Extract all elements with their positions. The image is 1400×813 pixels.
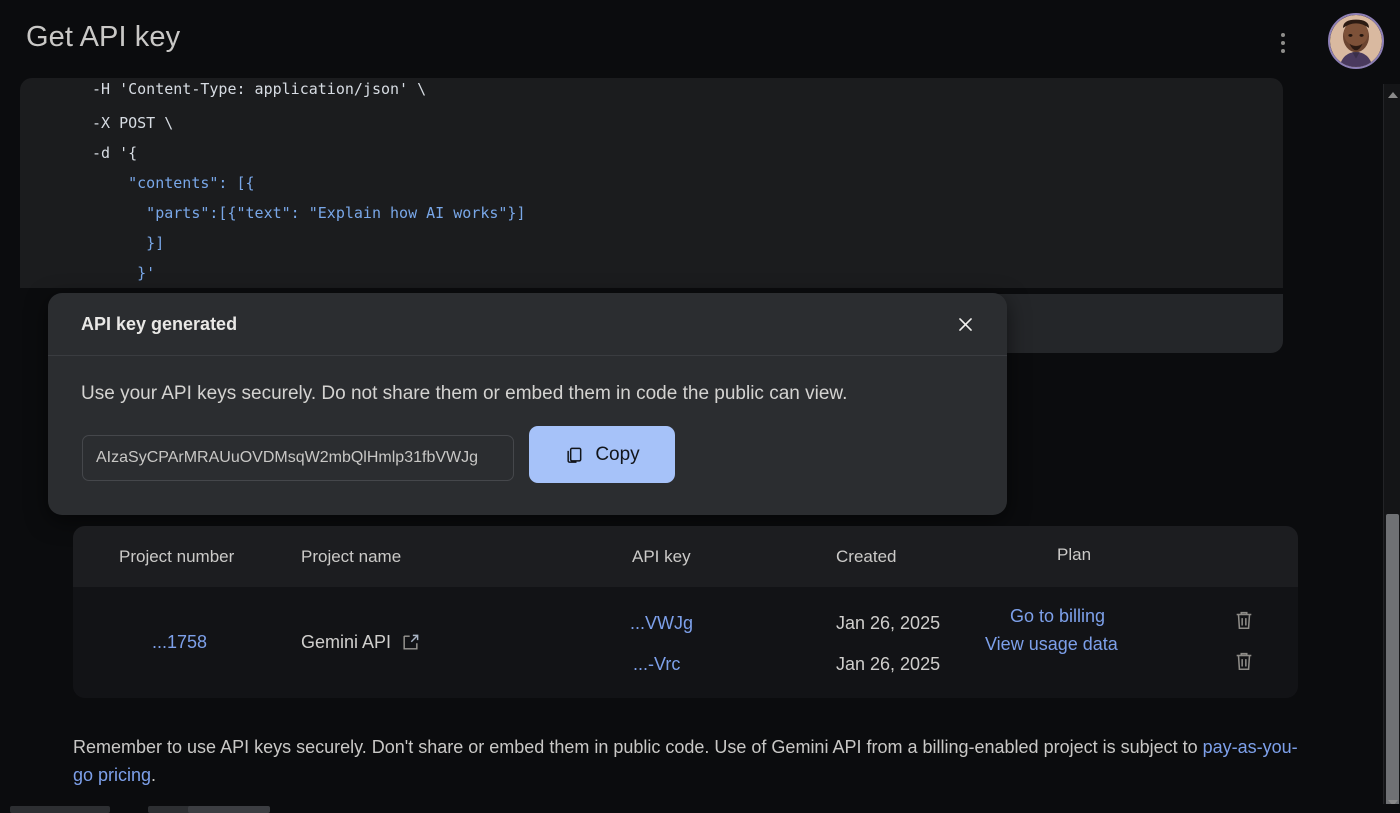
left-gutter [0,84,20,796]
project-name-label: Gemini API [301,632,392,652]
vertical-scrollbar[interactable] [1383,84,1400,813]
kebab-dot [1281,41,1285,45]
horizontal-scrollbar-segment[interactable] [10,806,110,813]
column-header-plan: Plan [1057,545,1092,564]
footnote-period: . [151,765,157,785]
view-usage-data-link[interactable]: View usage data [985,634,1118,655]
scroll-up-arrow[interactable] [1384,86,1400,103]
code-line-5: }] [92,234,165,252]
created-date: Jan 26, 2025 [836,654,941,674]
column-header-api-key: API key [632,547,691,566]
code-line-6: }' [92,264,156,282]
code-line-4: "parts":[{"text": "Explain how AI works"… [92,204,526,222]
api-keys-table: Project number Project name API key Crea… [73,526,1298,698]
api-key-generated-dialog: API key generated Use your API keys secu… [48,293,1007,515]
external-link-icon[interactable] [401,633,420,652]
column-header-project-name: Project name [301,547,402,566]
code-content: -H 'Content-Type: application/json' \ -X … [20,78,1283,288]
code-line: -H 'Content-Type: application/json' \ [92,78,1283,104]
dialog-description: Use your API keys securely. Do not share… [81,383,848,404]
code-line-0: -H 'Content-Type: application/json' \ [92,80,427,98]
code-line: }] [92,228,1283,258]
avatar[interactable] [1328,13,1384,69]
code-line: -d '{ [92,138,1283,168]
api-key-link[interactable]: ...-Vrc [633,654,680,675]
code-line: }' [92,258,1283,288]
created-date: Jan 26, 2025 [836,613,941,633]
dialog-title: API key generated [81,314,238,334]
code-line: -X POST \ [92,108,1283,138]
copy-icon [567,447,582,463]
code-line: "parts":[{"text": "Explain how AI works"… [92,198,1283,228]
kebab-menu-icon[interactable] [1272,26,1294,60]
column-header-project-number: Project number [119,547,235,566]
project-number-link[interactable]: ...1758 [152,632,207,653]
code-line-3: "contents": [{ [92,174,255,192]
trash-icon[interactable] [1233,650,1255,674]
horizontal-scrollbar-thumb[interactable] [188,806,270,813]
api-key-link[interactable]: ...VWJg [630,613,693,634]
trash-icon[interactable] [1233,609,1255,633]
kebab-dot [1281,49,1285,53]
close-icon[interactable] [948,307,982,341]
dialog-header: API key generated [48,293,1007,356]
code-line-1: -X POST \ [92,114,174,132]
chevron-up-icon [1387,91,1398,98]
footnote: Remember to use API keys securely. Don't… [73,733,1303,789]
app-header: Get API key [0,0,1400,84]
footnote-text: Remember to use API keys securely. Don't… [73,737,1203,757]
column-header-created: Created [836,547,897,566]
project-name-cell: Gemini API [301,632,420,653]
kebab-dot [1281,33,1285,37]
copy-button-label: Copy [595,443,640,465]
code-block-panel: -H 'Content-Type: application/json' \ -X … [20,78,1283,288]
horizontal-scrollbar[interactable] [0,804,1400,813]
go-to-billing-link[interactable]: Go to billing [1010,606,1105,627]
avatar-image [1330,15,1382,67]
api-key-input[interactable]: AIzaSyCPArMRAUuOVDMsqW2mbQlHmlp31fbVWJg [82,435,514,481]
code-line: "contents": [{ [92,168,1283,198]
copy-button[interactable]: Copy [529,426,675,483]
vertical-scrollbar-thumb[interactable] [1386,514,1399,813]
table-row: ...1758 Gemini API ...VWJg ...-Vrc Jan 2… [73,587,1298,698]
page-title: Get API key [26,21,181,53]
table-header-row: Project number Project name API key Crea… [73,526,1298,587]
code-line-2: -d '{ [92,144,138,162]
